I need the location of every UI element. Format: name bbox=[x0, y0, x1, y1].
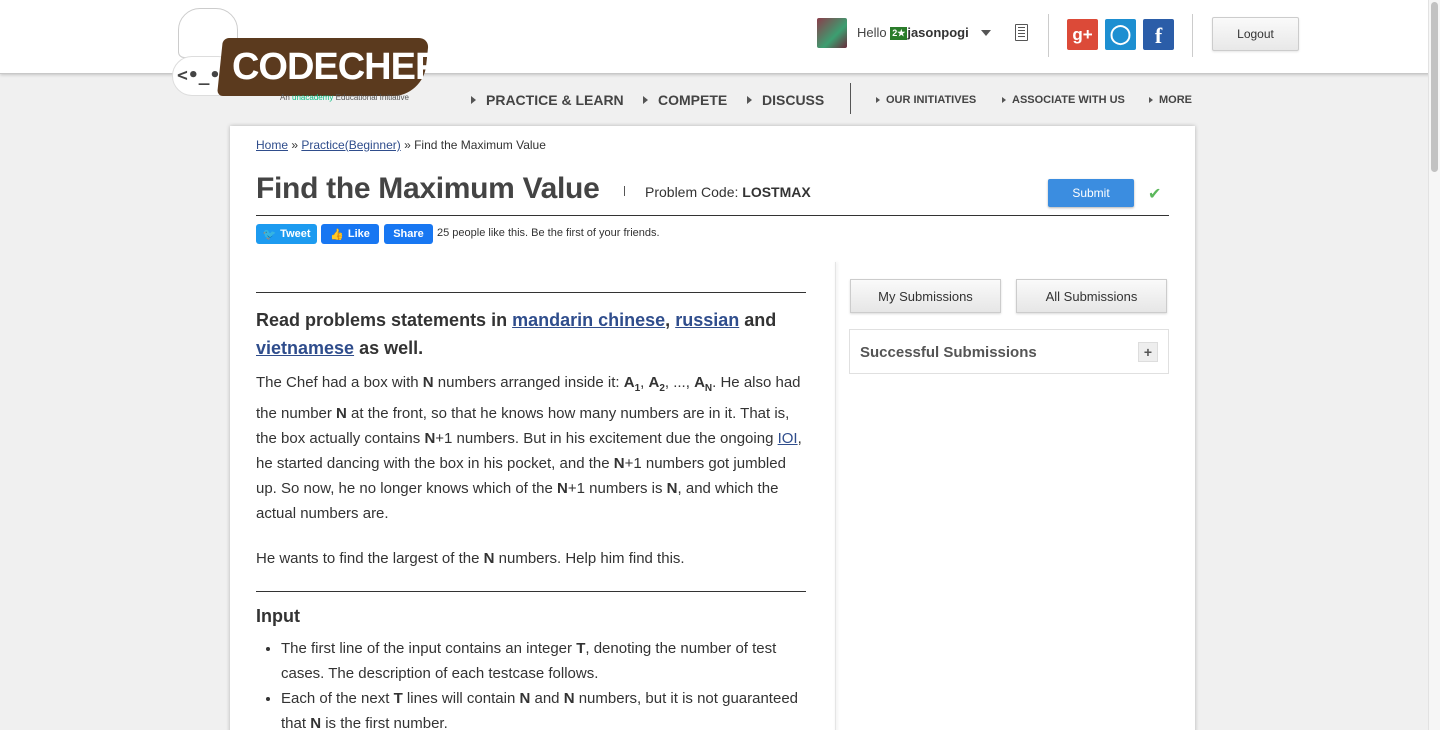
chevron-down-icon[interactable] bbox=[981, 30, 991, 36]
nav-divider bbox=[850, 83, 851, 114]
breadcrumb-current: Find the Maximum Value bbox=[414, 138, 546, 152]
header-divider bbox=[1192, 14, 1193, 57]
translations-note: Read problems statements in mandarin chi… bbox=[256, 310, 777, 358]
breadcrumb-home[interactable]: Home bbox=[256, 138, 288, 152]
link-vietnamese[interactable]: vietnamese bbox=[256, 338, 354, 358]
nav-more[interactable]: MORE bbox=[1149, 92, 1192, 108]
github-icon[interactable]: ◯ bbox=[1105, 19, 1136, 50]
successful-submissions-label: Successful Submissions bbox=[860, 344, 1037, 361]
logo-wordmark: CODECHEF bbox=[216, 38, 437, 96]
nav-our-initiatives[interactable]: OUR INITIATIVES bbox=[876, 92, 976, 108]
input-list: The first line of the input contains an … bbox=[256, 636, 806, 730]
link-mandarin-chinese[interactable]: mandarin chinese bbox=[512, 310, 665, 330]
caret-right-icon bbox=[1149, 97, 1153, 103]
rating-stars-badge: 2★ bbox=[890, 27, 908, 40]
statement-paragraph: The Chef had a box with N numbers arrang… bbox=[256, 374, 802, 522]
successful-submissions-panel[interactable]: Successful Submissions + bbox=[849, 329, 1169, 374]
all-submissions-button[interactable]: All Submissions bbox=[1016, 279, 1167, 313]
divider bbox=[256, 292, 806, 293]
breadcrumb-practice[interactable]: Practice(Beginner) bbox=[301, 138, 400, 152]
problem-code: Problem Code: LOSTMAX bbox=[645, 184, 811, 200]
logout-button[interactable]: Logout bbox=[1212, 17, 1299, 51]
greeting-text: Hello bbox=[857, 25, 887, 40]
column-divider bbox=[835, 262, 836, 730]
thumbs-up-icon: 👍 bbox=[330, 228, 344, 241]
list-item: The first line of the input contains an … bbox=[281, 636, 806, 686]
facebook-share-button[interactable]: Share bbox=[384, 224, 433, 244]
link-ioi[interactable]: IOI bbox=[778, 430, 798, 447]
caret-right-icon bbox=[643, 96, 648, 104]
problem-statement: Read problems statements in mandarin chi… bbox=[256, 292, 806, 730]
tweet-button[interactable]: 🐦 Tweet bbox=[256, 224, 317, 244]
caret-right-icon bbox=[747, 96, 752, 104]
twitter-bird-icon: 🐦 bbox=[262, 228, 277, 241]
user-greeting[interactable]: Hello 2★ jasonpogi bbox=[857, 25, 969, 40]
caret-right-icon bbox=[876, 97, 880, 103]
statement-paragraph: He wants to find the largest of the N nu… bbox=[256, 550, 685, 567]
facebook-icon[interactable]: f bbox=[1143, 19, 1174, 50]
list-item: Each of the next T lines will contain N … bbox=[281, 686, 806, 730]
nav-practice-learn[interactable]: PRACTICE & LEARN bbox=[471, 92, 624, 108]
caret-right-icon bbox=[1002, 97, 1006, 103]
solved-check-icon: ✔ bbox=[1148, 186, 1162, 203]
notes-icon[interactable] bbox=[1015, 24, 1028, 41]
title-underline bbox=[256, 215, 1169, 216]
submit-button[interactable]: Submit bbox=[1048, 179, 1134, 207]
nav-compete[interactable]: COMPETE bbox=[643, 92, 727, 108]
caret-right-icon bbox=[471, 96, 476, 104]
codechef-logo[interactable]: <•_•> CODECHEF An unacademy Educational … bbox=[172, 8, 437, 108]
avatar[interactable] bbox=[817, 18, 847, 48]
link-russian[interactable]: russian bbox=[675, 310, 739, 330]
title-divider bbox=[624, 186, 625, 196]
expand-icon[interactable]: + bbox=[1138, 342, 1158, 362]
nav-discuss[interactable]: DISCUSS bbox=[747, 92, 824, 108]
google-plus-icon[interactable]: g+ bbox=[1067, 19, 1098, 50]
breadcrumb-separator: » bbox=[288, 138, 302, 152]
input-heading: Input bbox=[256, 606, 300, 626]
page-scrollbar[interactable] bbox=[1428, 0, 1440, 730]
like-count-text: 25 people like this. Be the first of you… bbox=[437, 227, 660, 239]
nav-associate-with-us[interactable]: ASSOCIATE WITH US bbox=[1002, 92, 1125, 108]
logo-tagline: An unacademy Educational Initiative bbox=[280, 93, 410, 102]
facebook-like-button[interactable]: 👍 Like bbox=[321, 224, 379, 244]
header-divider bbox=[1048, 14, 1049, 57]
divider bbox=[256, 591, 806, 592]
scrollbar-thumb[interactable] bbox=[1431, 2, 1438, 172]
problem-panel: Home » Practice(Beginner) » Find the Max… bbox=[230, 126, 1195, 730]
breadcrumb: Home » Practice(Beginner) » Find the Max… bbox=[256, 138, 546, 152]
page-title: Find the Maximum Value bbox=[256, 172, 600, 205]
my-submissions-button[interactable]: My Submissions bbox=[850, 279, 1001, 313]
breadcrumb-separator: » bbox=[400, 138, 415, 152]
username[interactable]: jasonpogi bbox=[907, 25, 968, 40]
